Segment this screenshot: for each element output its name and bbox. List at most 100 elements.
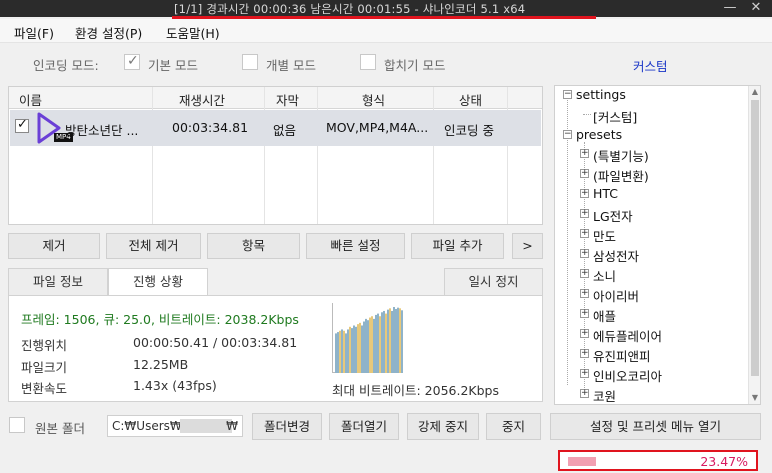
path-end: ₩ [226, 419, 238, 433]
expand-icon[interactable]: + [580, 269, 589, 278]
column-divider [507, 87, 508, 224]
col-duration[interactable]: 재생시간 [179, 90, 225, 109]
file-status: 인코딩 중 [444, 123, 494, 138]
file-list-header: 이름 재생시간 자막 형식 상태 [9, 87, 542, 109]
tab-file-info[interactable]: 파일 정보 [8, 268, 108, 296]
source-folder-checkbox[interactable] [9, 417, 25, 433]
separate-mode-label[interactable]: 개별 모드 [266, 55, 316, 74]
menu-settings[interactable]: 환경 설정(P) [75, 23, 142, 42]
bitrate-bar [373, 318, 375, 373]
expand-icon[interactable]: + [580, 289, 589, 298]
tab-progress[interactable]: 진행 상황 [108, 268, 208, 296]
basic-mode-checkbox[interactable] [124, 53, 140, 70]
column-divider [264, 87, 265, 224]
quick-settings-button[interactable]: 빠른 설정 [306, 233, 405, 259]
collapse-icon[interactable]: − [563, 130, 572, 139]
bitrate-graph [332, 303, 405, 373]
bitrate-bar [395, 308, 397, 373]
bitrate-bar [335, 333, 337, 373]
tree-node-preset[interactable]: (파일변환) [593, 166, 649, 185]
tree-node-settings[interactable]: settings [576, 87, 626, 102]
close-button[interactable]: ✕ [744, 0, 768, 17]
separate-mode-checkbox[interactable] [242, 54, 258, 70]
path-start: C:₩Users₩ [112, 419, 182, 433]
tree-node-preset[interactable]: 소니 [593, 266, 616, 285]
custom-link[interactable]: 커스텀 [633, 56, 668, 75]
position-value: 00:00:50.41 / 00:03:34.81 [133, 335, 298, 350]
file-list: 이름 재생시간 자막 형식 상태 MP4 방탄소년단 ... 00:03:34.… [8, 86, 543, 225]
col-format[interactable]: 형식 [362, 90, 385, 109]
tree-node-preset[interactable]: 인비오코리아 [593, 366, 662, 385]
row-checkbox[interactable] [15, 117, 29, 133]
bitrate-bar [401, 310, 403, 373]
expand-icon[interactable]: + [580, 389, 589, 398]
expand-icon[interactable]: + [580, 349, 589, 358]
col-name[interactable]: 이름 [19, 90, 42, 109]
path-redaction [180, 419, 232, 433]
bitrate-bar [397, 307, 399, 373]
col-status[interactable]: 상태 [459, 90, 482, 109]
expand-icon[interactable]: + [580, 309, 589, 318]
merge-mode-label[interactable]: 합치기 모드 [384, 55, 445, 74]
expand-icon[interactable]: + [580, 249, 589, 258]
title-underline [172, 16, 596, 19]
tree-node-preset[interactable]: 에듀플레이어 [593, 326, 662, 345]
scroll-up-icon[interactable]: ▲ [749, 86, 761, 98]
tree-node-presets[interactable]: presets [576, 127, 622, 142]
expand-icon[interactable]: + [580, 229, 589, 238]
tree-node-preset[interactable]: 코원 [593, 386, 616, 404]
expand-icon[interactable]: + [580, 149, 589, 158]
force-stop-button[interactable]: 강제 중지 [407, 413, 479, 440]
settings-menu-button[interactable]: 설정 및 프리셋 메뉴 열기 [550, 413, 761, 440]
column-divider [152, 87, 153, 224]
basic-mode-label[interactable]: 기본 모드 [148, 55, 198, 74]
expand-icon[interactable]: + [580, 209, 589, 218]
tree-node-preset[interactable]: 아이리버 [593, 286, 639, 305]
remove-all-button[interactable]: 전체 제거 [106, 233, 201, 259]
minimize-button[interactable]: — [718, 0, 742, 17]
bitrate-bar [393, 307, 395, 373]
tree-node-preset[interactable]: 애플 [593, 306, 616, 325]
tree-node-preset[interactable]: (특별기능) [593, 146, 649, 165]
change-folder-button[interactable]: 폴더변경 [252, 413, 322, 440]
tree-guide [583, 114, 591, 115]
column-divider [433, 87, 434, 224]
stop-button[interactable]: 중지 [486, 413, 541, 440]
add-file-button[interactable]: 파일 추가 [411, 233, 504, 259]
scroll-thumb[interactable] [751, 100, 759, 376]
col-subtitle[interactable]: 자막 [276, 90, 299, 109]
menu-bar: 파일(F) 환경 설정(P) 도움말(H) [0, 19, 772, 43]
tree-node-custom[interactable]: [커스텀] [593, 107, 637, 126]
tree-node-preset[interactable]: 유진피앤피 [593, 346, 651, 365]
bitrate-bar [337, 332, 339, 373]
bitrate-bar [375, 314, 377, 373]
scroll-down-icon[interactable]: ▼ [749, 392, 761, 404]
remove-button[interactable]: 제거 [8, 233, 100, 259]
expand-icon[interactable]: + [580, 189, 589, 198]
tree-node-preset[interactable]: HTC [593, 186, 618, 201]
merge-mode-checkbox[interactable] [360, 54, 376, 70]
item-button[interactable]: 항목 [207, 233, 300, 259]
expand-icon[interactable]: + [580, 169, 589, 178]
speed-label: 변환속도 [21, 381, 68, 396]
file-format: MOV,MP4,M4A... [326, 120, 429, 135]
tree-node-preset[interactable]: LG전자 [593, 206, 633, 225]
bitrate-bar [349, 326, 351, 373]
open-folder-button[interactable]: 폴더열기 [329, 413, 399, 440]
pause-button[interactable]: 일시 정지 [444, 268, 543, 296]
tree-node-preset[interactable]: 삼성전자 [593, 246, 639, 265]
menu-file[interactable]: 파일(F) [14, 23, 54, 42]
source-folder-label[interactable]: 원본 폴더 [35, 418, 85, 437]
expand-icon[interactable]: + [580, 329, 589, 338]
collapse-icon[interactable]: − [563, 90, 572, 99]
preset-tree: − settings [커스텀] − presets + (특별기능) + (파일변환… [554, 85, 761, 405]
position-label: 진행위치 [21, 338, 68, 353]
table-row[interactable]: MP4 방탄소년단 ... 00:03:34.81 없음 MOV,MP4,M4A… [10, 110, 541, 146]
tree-scrollbar[interactable]: ▲ ▼ [748, 86, 760, 404]
more-button[interactable]: > [512, 233, 543, 259]
play-icon: MP4 [33, 111, 73, 145]
expand-icon[interactable]: + [580, 369, 589, 378]
menu-help[interactable]: 도움말(H) [166, 23, 220, 42]
tree-node-preset[interactable]: 만도 [593, 226, 616, 245]
output-path-field[interactable]: C:₩Users₩ ₩ [107, 415, 243, 437]
